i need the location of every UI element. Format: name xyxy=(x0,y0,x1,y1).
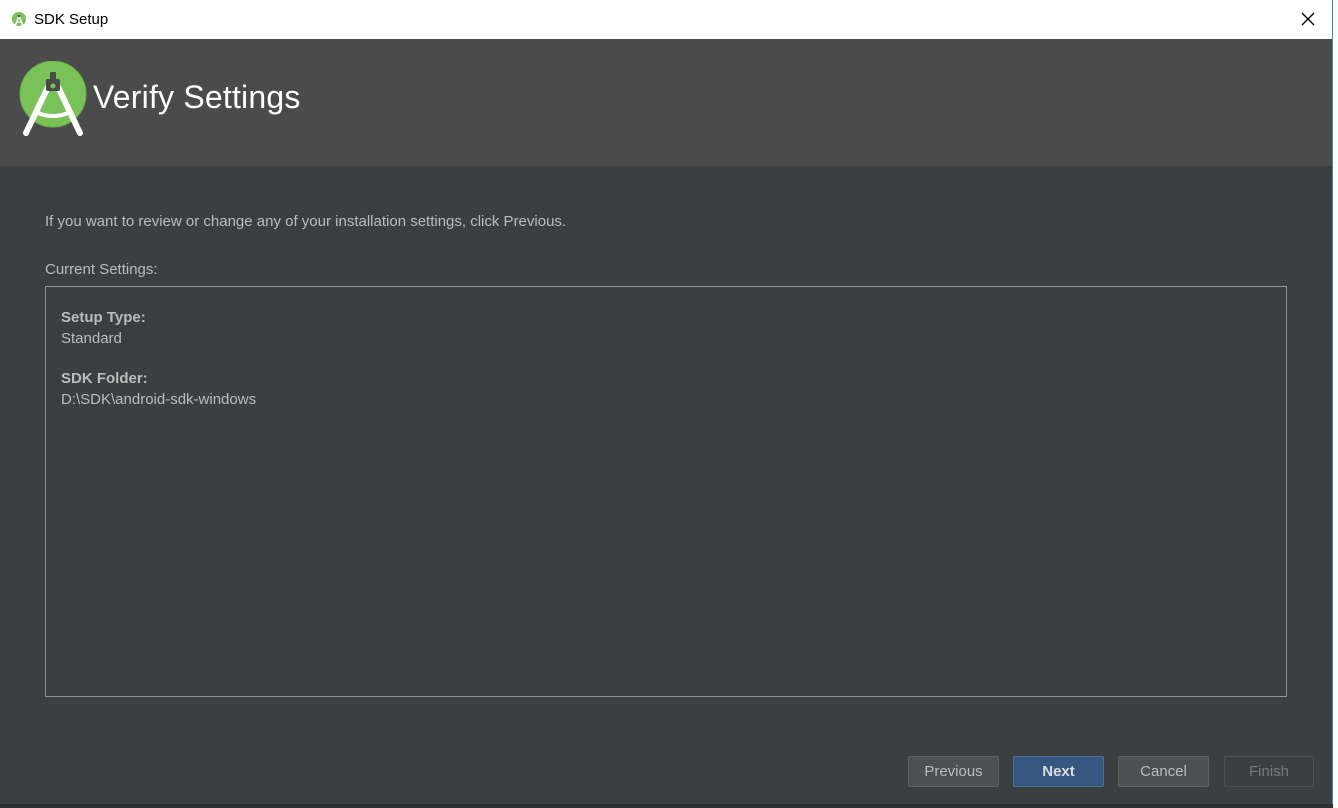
android-studio-logo xyxy=(18,60,88,137)
sdk-setup-window: SDK Setup Verify Settings If you want to… xyxy=(0,0,1333,808)
intro-text: If you want to review or change any of y… xyxy=(45,213,567,230)
cancel-button[interactable]: Cancel xyxy=(1118,756,1209,787)
setting-value: D:\SDK\android-sdk-windows xyxy=(61,391,257,408)
window-bottom-edge xyxy=(0,804,1333,808)
next-button[interactable]: Next xyxy=(1013,756,1104,787)
previous-button[interactable]: Previous xyxy=(908,756,999,787)
title-bar: SDK Setup xyxy=(0,0,1332,39)
close-icon[interactable] xyxy=(1298,9,1318,29)
page-heading: Verify Settings xyxy=(93,79,301,115)
setting-key: SDK Folder: xyxy=(61,370,148,387)
current-settings-label: Current Settings: xyxy=(45,261,158,278)
finish-button: Finish xyxy=(1224,756,1314,787)
setting-sdk-folder: SDK Folder: D:\SDK\android-sdk-windows xyxy=(61,368,256,410)
window-title: SDK Setup xyxy=(34,11,109,28)
android-studio-icon xyxy=(10,11,28,29)
settings-summary-box[interactable]: Setup Type: Standard SDK Folder: D:\SDK\… xyxy=(45,286,1287,697)
setting-key: Setup Type: xyxy=(61,309,146,326)
setting-setup-type: Setup Type: Standard xyxy=(61,307,146,349)
setting-value: Standard xyxy=(61,330,122,347)
header-banner: Verify Settings xyxy=(0,39,1332,166)
